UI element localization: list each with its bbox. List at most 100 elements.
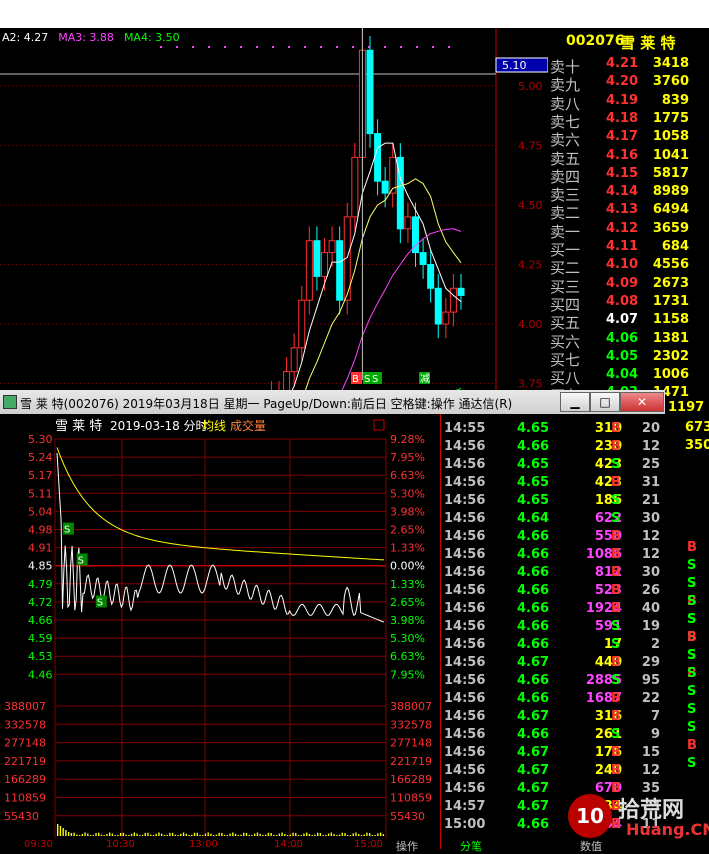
candle-body [290,347,298,373]
orderbook-sell-row[interactable]: 卖七 4.18 1775 [548,111,709,131]
tick-row[interactable]: 14:56 4.67 176 B 15 [441,744,666,762]
bottom-tab[interactable]: 操作 [396,838,418,854]
tick-row[interactable]: 14:56 4.66 591 S 19 [441,618,666,636]
tick-row[interactable]: 14:56 4.65 423 S 25 [441,456,666,474]
orderbook-sell-row[interactable]: 卖十 4.21 3418 [548,56,709,76]
orderbook-sell-row[interactable]: 卖六 4.17 1058 [548,129,709,149]
orderbook-buy-row[interactable]: 买三 4.09 2673 [548,276,709,296]
tick-side: B [611,709,621,724]
ma-legend-item: MA3: 3.88 [58,31,114,44]
orderbook-price: 4.15 [606,165,639,181]
tick-side: B [611,763,621,778]
volume-bar [300,835,302,836]
orderbook-sell-row[interactable]: 卖一 4.12 3659 [548,221,709,241]
orderbook-sell-row[interactable]: 卖九 4.20 3760 [548,74,709,94]
orderbook-volume: 3418 [652,56,689,71]
tick-row[interactable]: 14:56 4.66 1687 B 22 [441,690,666,708]
orderbook-buy-row[interactable]: 买七 4.05 2302 [548,349,709,369]
tick-count: 7 [650,709,660,724]
tick-row[interactable]: 14:56 4.66 1924 B 40 [441,600,666,618]
volume-bar [347,835,349,836]
volume-tick-left: 166289 [4,773,46,786]
tick-row[interactable]: 14:56 4.66 1086 B 12 [441,546,666,564]
orderbook-sell-row[interactable]: 卖四 4.15 5817 [548,165,709,186]
minimize-button[interactable]: ▁ [560,392,590,412]
tick-count: 9 [650,727,660,742]
volume-bar [89,835,92,836]
volume-bar [349,835,352,836]
side-strip-side: B [687,540,697,555]
tick-price: 4.64 [517,511,550,526]
tick-row[interactable]: 14:56 4.66 261 S 9 [441,726,666,744]
volume-bar [254,833,256,836]
tick-time: 15:00 [444,817,486,832]
intraday-expand-icon[interactable] [373,419,385,431]
orderbook-sell-row[interactable]: 卖三 4.14 8989 [548,184,709,204]
tick-count: 95 [641,673,660,688]
tick-row[interactable]: 14:56 4.67 316 B 7 [441,708,666,726]
intraday-avg-line [56,447,385,561]
intraday-pct-tick: 6.63% [390,469,425,482]
tick-row[interactable]: 14:56 4.66 812 B 30 [441,564,666,582]
orderbook-buy-row[interactable]: 买四 4.08 1731 [548,294,709,314]
tick-row[interactable]: 14:56 4.66 17 S 2 [441,636,666,654]
tick-row[interactable]: 14:56 4.66 230 B 12 [441,438,666,456]
tick-row[interactable]: 14:56 4.65 423 B 31 [441,474,666,492]
tick-row[interactable]: 14:56 4.67 440 B 29 [441,654,666,672]
intraday-dialog-titlebar[interactable]: 雪 莱 特(002076) 2019年03月18日 星期一 PageUp/Dow… [0,390,665,414]
orderbook-buy-row[interactable]: 买二 4.10 4556 [548,257,709,277]
intraday-time-tick: 09:30 [24,839,53,849]
volume-tick-right: 277148 [390,737,432,750]
tick-row[interactable]: 14:55 4.65 310 B 20 [441,420,666,438]
side-strip-side: S [687,648,697,663]
volume-bar [166,834,168,836]
volume-bar [78,835,81,836]
bottom-tab[interactable]: 分笔 [460,838,482,854]
volume-bar [169,832,171,836]
orderbook-sell-row[interactable]: 卖五 4.16 1041 [548,148,709,168]
volume-bar [193,832,196,836]
volume-bar [212,835,215,836]
intraday-pct-tick: 7.95% [390,668,425,681]
intraday-price-tick: 4.53 [28,650,53,663]
volume-bar [147,832,149,836]
close-button[interactable]: ✕ [620,392,664,412]
kline-chart[interactable]: 5.004.754.504.254.003.753.503.253.005.10… [0,28,548,390]
orderbook-buy-row[interactable]: 买六 4.06 1381 [548,331,709,351]
tick-list[interactable]: 14:55 4.65 310 B 20 14:56 4.66 230 B 12 14:56 4.65 4… [440,414,666,849]
tick-row[interactable]: 14:56 4.66 523 B 26 [441,582,666,600]
volume-bar [259,833,261,836]
tick-row[interactable]: 14:56 4.65 186 S 21 [441,492,666,510]
tick-count: 25 [641,457,660,472]
tick-row[interactable]: 14:56 4.66 2885 S 95 [441,672,666,690]
maximize-button[interactable]: □ [590,392,620,412]
tick-side: S [611,727,621,742]
current-price-label: 5.10 [502,59,527,72]
tick-row[interactable]: 14:56 4.67 240 B 12 [441,762,666,780]
volume-bar [106,833,108,836]
tick-time: 14:57 [444,799,486,814]
orderbook-sell-row[interactable]: 卖八 4.19 839 [548,93,709,113]
intraday-time-tick: 15:00 [354,839,383,849]
sell-marker-label: S [97,597,103,608]
orderbook-buy-row[interactable]: 买五 4.07 1158 [548,312,709,332]
orderbook-price: 4.14 [606,184,639,200]
orderbook-sell-row[interactable]: 卖二 4.13 6494 [548,202,709,222]
stock-name: 雪 莱 特 [620,34,676,52]
tick-row[interactable]: 14:56 4.66 550 B 12 [441,528,666,546]
orderbook-buy-row[interactable]: 买八 4.04 1006 [548,367,709,387]
tick-row[interactable]: 14:56 4.64 622 S 30 [441,510,666,528]
orderbook-buy-row[interactable]: 买一 4.11 684 [548,239,709,259]
tick-time: 14:55 [444,421,486,436]
tick-side: B [611,583,621,598]
tick-side: S [611,457,621,472]
tick-side: S [611,619,621,634]
volume-bar [111,833,114,836]
ma-legend-item: A2: 4.27 [2,31,49,44]
volume-bar [360,835,363,836]
intraday-chart[interactable]: 雪 莱 特 2019-03-18 分时均线 成交量 5.30 9.28% 5.24 7.95… [0,414,440,849]
orderbook-volume: 6494 [652,202,689,218]
tick-count: 20 [641,421,660,436]
tick-price: 4.66 [517,637,550,652]
top-dot [336,46,338,48]
